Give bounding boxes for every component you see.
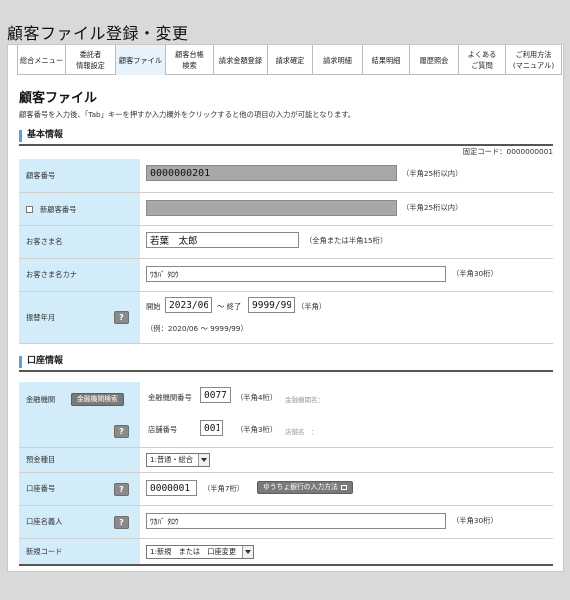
transfer-start-input[interactable] — [165, 297, 212, 313]
transfer-example: （例：2020/06 ～ 9999/99） — [146, 324, 248, 333]
page-title: 顧客ファイル登録・変更 — [7, 24, 189, 43]
nav-item-4[interactable]: 請求金額登録 — [214, 45, 268, 75]
new-code-label: 新規コード — [19, 539, 140, 564]
financial-institution-label: 金融機関 — [26, 395, 56, 404]
nav-item-10[interactable]: ご利用方法 (マニュアル) — [506, 45, 562, 75]
row-account-number: 口座番号 ? （半角7桁） ゆうちょ銀行の入力方法 — [19, 473, 553, 506]
nav-item-1[interactable]: 委託者 情報設定 — [66, 45, 116, 75]
chevron-down-icon — [242, 546, 253, 558]
external-window-icon — [340, 484, 347, 490]
transfer-note: （半角） — [297, 302, 327, 311]
chevron-down-icon — [198, 454, 209, 466]
row-deposit-type: 預金種目 1:普通・総合 — [19, 448, 553, 473]
customer-number-input[interactable] — [146, 165, 397, 181]
transfer-end-label: ～ 終了 — [217, 302, 242, 311]
row-transfer-period: 振替年月 ? 開始 ～ 終了 （半角） （例：2020/06 ～ 9999/99… — [19, 292, 553, 344]
new-customer-number-checkbox[interactable] — [26, 206, 33, 213]
main-panel: 総合メニュー 委託者 情報設定 顧客ファイル 顧客台帳 検索 請求金額登録 請求確定 請求明… — [7, 44, 564, 572]
customer-kana-note: （半角30桁） — [452, 269, 498, 278]
deposit-type-value: 1:普通・総合 — [150, 455, 193, 464]
new-code-value: 1:新規 または 口座変更 — [150, 547, 237, 556]
bank-code-input[interactable] — [200, 387, 231, 403]
branch-name-label: 店舗名 ： — [285, 428, 318, 436]
section-account-info: 口座情報 — [19, 355, 553, 372]
row-account-holder: 口座名義人 ? （半角30桁） — [19, 506, 553, 539]
yucho-input-help-button[interactable]: ゆうちょ銀行の入力方法 — [257, 481, 353, 494]
page-heading: 顧客ファイル — [19, 91, 98, 106]
transfer-end-input[interactable] — [248, 297, 295, 313]
customer-name-input[interactable] — [146, 232, 299, 248]
yucho-input-help-label: ゆうちょ銀行の入力方法 — [263, 483, 338, 491]
transfer-start-label: 開始 — [146, 302, 161, 311]
row-new-customer-number: 新顧客番号 （半角25桁以内） — [19, 193, 553, 226]
branch-code-label: 店舗番号 — [148, 425, 178, 434]
new-customer-number-label: 新顧客番号 — [40, 205, 77, 214]
row-financial-institution: 金融機関 金融機関検索 ? 金融機関番号 （半角4桁） 金融機関名： 店舗番号 … — [19, 382, 553, 448]
account-number-input[interactable] — [146, 480, 197, 496]
customer-kana-label: お客さま名カナ — [19, 259, 140, 291]
account-holder-input[interactable] — [146, 513, 446, 529]
bank-name-label: 金融機関名： — [285, 396, 324, 404]
account-holder-label: 口座名義人 — [26, 517, 63, 526]
customer-name-label: お客さま名 — [19, 226, 140, 258]
nav-item-3[interactable]: 顧客台帳 検索 — [166, 45, 214, 75]
row-customer-name: お客さま名 （全角または半角15桁） — [19, 226, 553, 259]
section-basic-info: 基本情報 — [19, 129, 553, 146]
customer-number-note: （半角25桁以内） — [402, 169, 463, 178]
nav-item-2[interactable]: 顧客ファイル — [116, 45, 166, 75]
bank-search-button[interactable]: 金融機関検索 — [71, 393, 124, 406]
row-customer-number: 顧客番号 （半角25桁以内） — [19, 159, 553, 193]
bank-code-note: （半角4桁） — [236, 393, 278, 402]
transfer-period-label: 振替年月 — [26, 312, 56, 322]
new-customer-number-input[interactable] — [146, 200, 397, 216]
nav-item-6[interactable]: 請求明細 — [313, 45, 363, 75]
deposit-type-label: 預金種目 — [19, 448, 140, 472]
customer-number-label: 顧客番号 — [19, 159, 140, 192]
new-code-select[interactable]: 1:新規 または 口座変更 — [146, 545, 254, 559]
branch-code-note: （半角3桁） — [236, 425, 278, 434]
nav-item-5[interactable]: 請求確定 — [268, 45, 313, 75]
top-navigation: 総合メニュー 委託者 情報設定 顧客ファイル 顧客台帳 検索 請求金額登録 請求確定 請求明… — [17, 45, 562, 75]
help-icon[interactable]: ? — [114, 516, 129, 529]
row-new-code: 新規コード 1:新規 または 口座変更 — [19, 539, 553, 566]
customer-name-note: （全角または半角15桁） — [305, 236, 388, 245]
help-icon[interactable]: ? — [114, 425, 129, 438]
row-customer-kana: お客さま名カナ （半角30桁） — [19, 259, 553, 292]
account-holder-note: （半角30桁） — [452, 516, 498, 525]
account-number-note: （半角7桁） — [203, 484, 245, 493]
bank-code-label: 金融機関番号 — [148, 393, 192, 402]
page-description: 顧客番号を入力後、「Tab」キーを押すか入力欄外をクリックすると他の項目の入力が… — [19, 110, 356, 119]
nav-item-0[interactable]: 総合メニュー — [18, 45, 66, 75]
fixed-code: 固定コード：0000000001 — [462, 147, 553, 156]
branch-code-input[interactable] — [200, 420, 223, 436]
nav-item-9[interactable]: よくある ご質問 — [459, 45, 506, 75]
nav-item-8[interactable]: 履歴照会 — [410, 45, 459, 75]
help-icon[interactable]: ? — [114, 311, 129, 324]
account-number-label: 口座番号 — [26, 484, 56, 493]
nav-item-7[interactable]: 結果明細 — [363, 45, 410, 75]
deposit-type-select[interactable]: 1:普通・総合 — [146, 453, 210, 467]
window-title-bar: 顧客ファイル登録・変更 — [0, 0, 570, 44]
new-customer-number-note: （半角25桁以内） — [402, 203, 463, 212]
help-icon[interactable]: ? — [114, 483, 129, 496]
customer-kana-input[interactable] — [146, 266, 446, 282]
